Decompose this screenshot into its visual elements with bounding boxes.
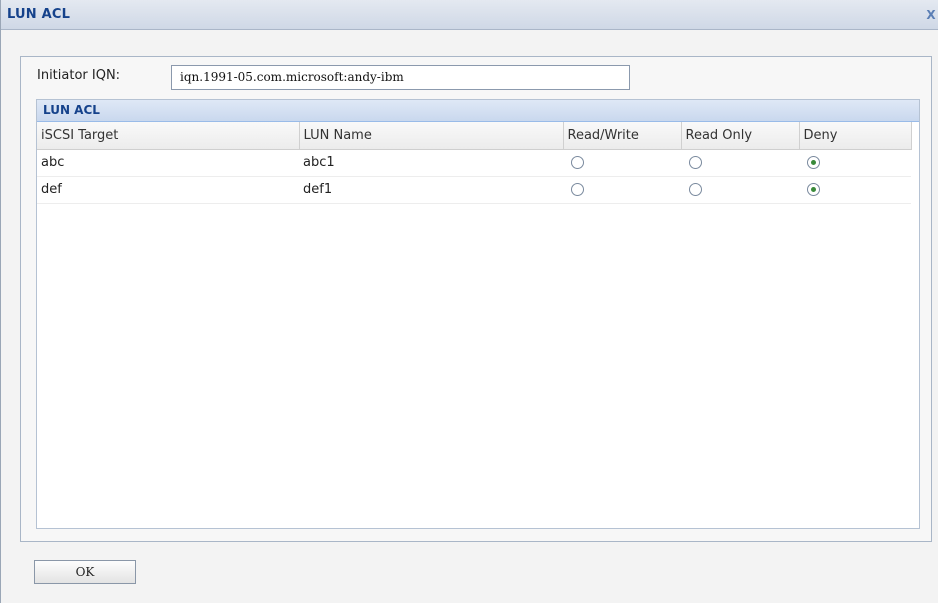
initiator-iqn-input[interactable]: iqn.1991-05.com.microsoft:andy-ibm [171, 65, 630, 90]
initiator-iqn-label: Initiator IQN: [37, 68, 121, 83]
lun-acl-grid: LUN ACL iSCSI Target LUN Name Read/Write… [36, 99, 920, 529]
read-write-radio[interactable] [571, 183, 584, 196]
cell-iscsi-target: def [37, 176, 299, 204]
lun-acl-dialog: LUN ACL X Initiator IQN: iqn.1991-05.com… [0, 0, 938, 603]
dialog-title: LUN ACL [7, 7, 71, 22]
read-only-radio[interactable] [689, 183, 702, 196]
title-bar: LUN ACL X [1, 0, 938, 30]
ok-button[interactable]: OK [34, 560, 136, 584]
read-only-radio[interactable] [689, 156, 702, 169]
table-row[interactable]: abc abc1 [37, 149, 911, 177]
deny-radio[interactable] [807, 156, 820, 169]
column-header-lun-name[interactable]: LUN Name [299, 122, 564, 150]
column-header-read-only[interactable]: Read Only [681, 122, 800, 150]
cell-lun-name: abc1 [299, 149, 563, 177]
form-panel: Initiator IQN: iqn.1991-05.com.microsoft… [20, 56, 932, 542]
column-header-read-write[interactable]: Read/Write [563, 122, 682, 150]
table-header-row: iSCSI Target LUN Name Read/Write Read On… [37, 122, 912, 150]
column-header-deny[interactable]: Deny [799, 122, 912, 150]
table-row[interactable]: def def1 [37, 176, 911, 204]
cell-iscsi-target: abc [37, 149, 299, 177]
lun-acl-table: iSCSI Target LUN Name Read/Write Read On… [37, 122, 912, 204]
deny-radio[interactable] [807, 183, 820, 196]
read-write-radio[interactable] [571, 156, 584, 169]
grid-title: LUN ACL [37, 100, 919, 122]
column-header-iscsi-target[interactable]: iSCSI Target [37, 122, 300, 150]
cell-lun-name: def1 [299, 176, 563, 204]
close-icon[interactable]: X [925, 6, 937, 24]
